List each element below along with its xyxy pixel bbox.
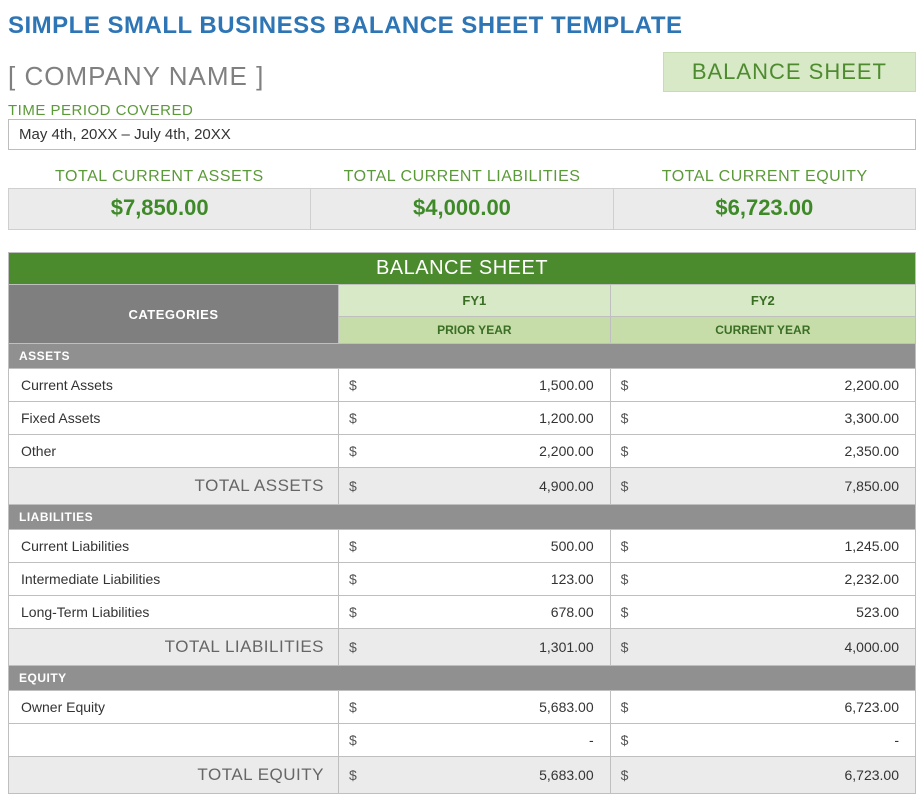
row-label[interactable]: Current Liabilities: [9, 530, 339, 563]
cell-fy2[interactable]: $1,245.00: [610, 530, 915, 563]
row-label[interactable]: [9, 724, 339, 757]
balance-sheet-table: BALANCE SHEET CATEGORIES FY1 FY2 PRIOR Y…: [8, 252, 916, 794]
page-title: SIMPLE SMALL BUSINESS BALANCE SHEET TEMP…: [8, 12, 916, 40]
total-liabilities-fy2: $4,000.00: [610, 629, 915, 666]
table-row: Other $2,200.00 $2,350.00: [9, 435, 916, 468]
row-label[interactable]: Fixed Assets: [9, 402, 339, 435]
cell-fy1[interactable]: $2,200.00: [339, 435, 611, 468]
cell-fy1[interactable]: $123.00: [339, 563, 611, 596]
table-row: Current Assets $1,500.00 $2,200.00: [9, 369, 916, 402]
total-assets-fy2: $7,850.00: [610, 468, 915, 505]
col-fy1: FY1: [339, 285, 611, 317]
table-row: Fixed Assets $1,200.00 $3,300.00: [9, 402, 916, 435]
cell-fy2[interactable]: $-: [610, 724, 915, 757]
summary-values: $7,850.00 $4,000.00 $6,723.00: [8, 188, 916, 230]
row-label[interactable]: Long-Term Liabilities: [9, 596, 339, 629]
total-row: TOTAL ASSETS $4,900.00 $7,850.00: [9, 468, 916, 505]
col-prior-year: PRIOR YEAR: [339, 317, 611, 344]
sheet-title: BALANCE SHEET: [9, 253, 916, 285]
total-equity-fy1: $5,683.00: [339, 757, 611, 794]
col-fy2: FY2: [610, 285, 915, 317]
total-liabilities-label: TOTAL LIABILITIES: [9, 629, 339, 666]
table-row: Current Liabilities $500.00 $1,245.00: [9, 530, 916, 563]
balance-sheet-pill: BALANCE SHEET: [663, 52, 916, 92]
cell-fy1[interactable]: $1,200.00: [339, 402, 611, 435]
row-label[interactable]: Intermediate Liabilities: [9, 563, 339, 596]
section-assets: ASSETS: [9, 344, 916, 369]
summary-equity-label: TOTAL CURRENT EQUITY: [613, 168, 916, 188]
section-liabilities: LIABILITIES: [9, 505, 916, 530]
cell-fy1[interactable]: $5,683.00: [339, 691, 611, 724]
summary-liabilities-value: $4,000.00: [311, 189, 613, 229]
cell-fy1[interactable]: $-: [339, 724, 611, 757]
summary-assets-value: $7,850.00: [9, 189, 311, 229]
summary-assets-label: TOTAL CURRENT ASSETS: [8, 168, 311, 188]
total-equity-fy2: $6,723.00: [610, 757, 915, 794]
total-assets-fy1: $4,900.00: [339, 468, 611, 505]
cell-fy1[interactable]: $500.00: [339, 530, 611, 563]
table-row: Owner Equity $5,683.00 $6,723.00: [9, 691, 916, 724]
row-label[interactable]: Other: [9, 435, 339, 468]
total-liabilities-fy1: $1,301.00: [339, 629, 611, 666]
cell-fy1[interactable]: $678.00: [339, 596, 611, 629]
cell-fy2[interactable]: $3,300.00: [610, 402, 915, 435]
cell-fy2[interactable]: $2,350.00: [610, 435, 915, 468]
row-label[interactable]: Owner Equity: [9, 691, 339, 724]
cell-fy2[interactable]: $2,200.00: [610, 369, 915, 402]
row-label[interactable]: Current Assets: [9, 369, 339, 402]
total-equity-label: TOTAL EQUITY: [9, 757, 339, 794]
summary-labels: TOTAL CURRENT ASSETS TOTAL CURRENT LIABI…: [8, 168, 916, 188]
header-row: [ COMPANY NAME ] BALANCE SHEET: [8, 52, 916, 92]
company-name: [ COMPANY NAME ]: [8, 61, 264, 92]
col-categories: CATEGORIES: [9, 285, 339, 344]
total-assets-label: TOTAL ASSETS: [9, 468, 339, 505]
total-row: TOTAL LIABILITIES $1,301.00 $4,000.00: [9, 629, 916, 666]
cell-fy2[interactable]: $6,723.00: [610, 691, 915, 724]
table-row: Intermediate Liabilities $123.00 $2,232.…: [9, 563, 916, 596]
cell-fy1[interactable]: $1,500.00: [339, 369, 611, 402]
period-label: TIME PERIOD COVERED: [8, 102, 916, 119]
col-current-year: CURRENT YEAR: [610, 317, 915, 344]
summary-equity-value: $6,723.00: [614, 189, 915, 229]
period-input[interactable]: May 4th, 20XX – July 4th, 20XX: [8, 119, 916, 150]
table-row: $- $-: [9, 724, 916, 757]
cell-fy2[interactable]: $2,232.00: [610, 563, 915, 596]
table-row: Long-Term Liabilities $678.00 $523.00: [9, 596, 916, 629]
summary-liabilities-label: TOTAL CURRENT LIABILITIES: [311, 168, 614, 188]
section-equity: EQUITY: [9, 666, 916, 691]
total-row: TOTAL EQUITY $5,683.00 $6,723.00: [9, 757, 916, 794]
cell-fy2[interactable]: $523.00: [610, 596, 915, 629]
